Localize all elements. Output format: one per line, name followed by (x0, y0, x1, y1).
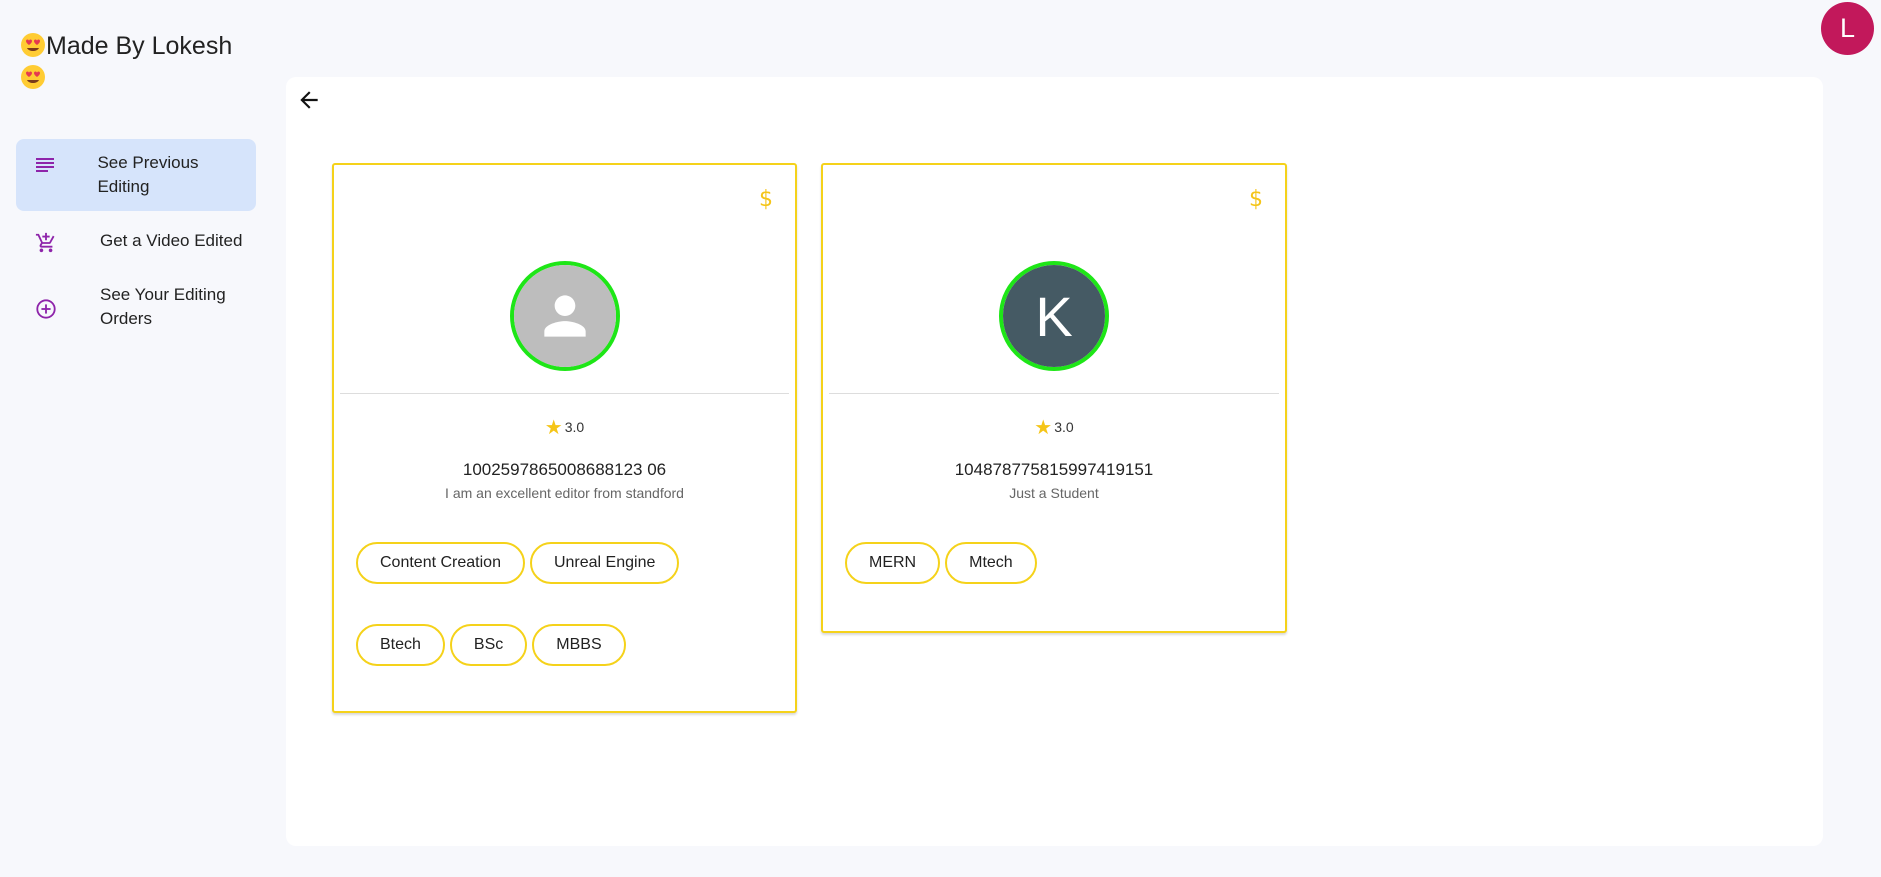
qualification-chip[interactable]: MBBS (532, 624, 626, 666)
editor-rating: ★ 3.0 (334, 415, 795, 440)
editor-avatar-letter: K (1003, 265, 1105, 367)
user-avatar[interactable]: L (1821, 2, 1874, 55)
star-icon: ★ (1034, 417, 1053, 439)
brand-text: Made By Lokesh (46, 32, 233, 60)
heart-eyes-emoji-icon (20, 32, 46, 58)
rating-value: 3.0 (1054, 419, 1074, 435)
dollar-icon[interactable]: $ (759, 187, 773, 212)
skill-chip[interactable]: MERN (845, 542, 941, 584)
card-divider (340, 393, 789, 394)
skills-chips: Content Creation Unreal Engine (356, 542, 680, 584)
sidebar: See Previous Editing Get a Video Edited … (16, 139, 256, 349)
back-arrow-icon[interactable] (296, 87, 322, 113)
user-avatar-letter: L (1839, 13, 1856, 43)
list-lines-icon (28, 153, 61, 177)
sidebar-item-see-previous-editing[interactable]: See Previous Editing (16, 139, 256, 211)
qualification-chip[interactable]: Btech (356, 624, 445, 666)
editor-card[interactable]: $ ★ 3.0 1002597865008688123 06 I am an ex… (332, 163, 797, 713)
add-circle-icon (28, 297, 64, 321)
editor-avatar: K (999, 261, 1109, 371)
person-icon (513, 265, 616, 367)
skills-chips: MERN Mtech (845, 542, 1037, 584)
sidebar-item-label: See Previous Editing (97, 153, 199, 196)
skill-chip[interactable]: Mtech (945, 542, 1037, 584)
rating-value: 3.0 (564, 419, 585, 435)
sidebar-item-label: See Your Editing Orders (100, 285, 226, 328)
editor-rating: ★ 3.0 (823, 415, 1285, 440)
star-icon: ★ (544, 417, 563, 439)
editor-card[interactable]: $ K ★ 3.0 104878775815997419151 Just a St… (821, 163, 1287, 633)
main-panel: $ ★ 3.0 1002597865008688123 06 I am an ex… (286, 77, 1823, 846)
editor-avatar (509, 261, 620, 371)
qualification-chip[interactable]: BSc (449, 624, 528, 666)
sidebar-item-get-video-edited[interactable]: Get a Video Edited (16, 217, 256, 265)
heart-eyes-emoji-icon (20, 64, 46, 90)
skill-chip[interactable]: Content Creation (356, 542, 525, 584)
card-divider (829, 393, 1279, 394)
brand-title: Made By Lokesh (20, 30, 250, 94)
add-to-cart-icon (28, 231, 64, 255)
skill-chip[interactable]: Unreal Engine (529, 542, 680, 584)
dollar-icon[interactable]: $ (1249, 187, 1263, 212)
qualification-chips: Btech BSc MBBS (356, 624, 626, 666)
editor-bio: Just a Student (1009, 485, 1099, 501)
editor-bio: I am an excellent editor from standford (445, 485, 684, 501)
sidebar-item-see-your-editing-orders[interactable]: See Your Editing Orders (16, 271, 256, 343)
sidebar-item-label: Get a Video Edited (100, 231, 243, 250)
editor-id: 1002597865008688123 06 (462, 460, 667, 479)
editor-id: 104878775815997419151 (954, 460, 1154, 479)
